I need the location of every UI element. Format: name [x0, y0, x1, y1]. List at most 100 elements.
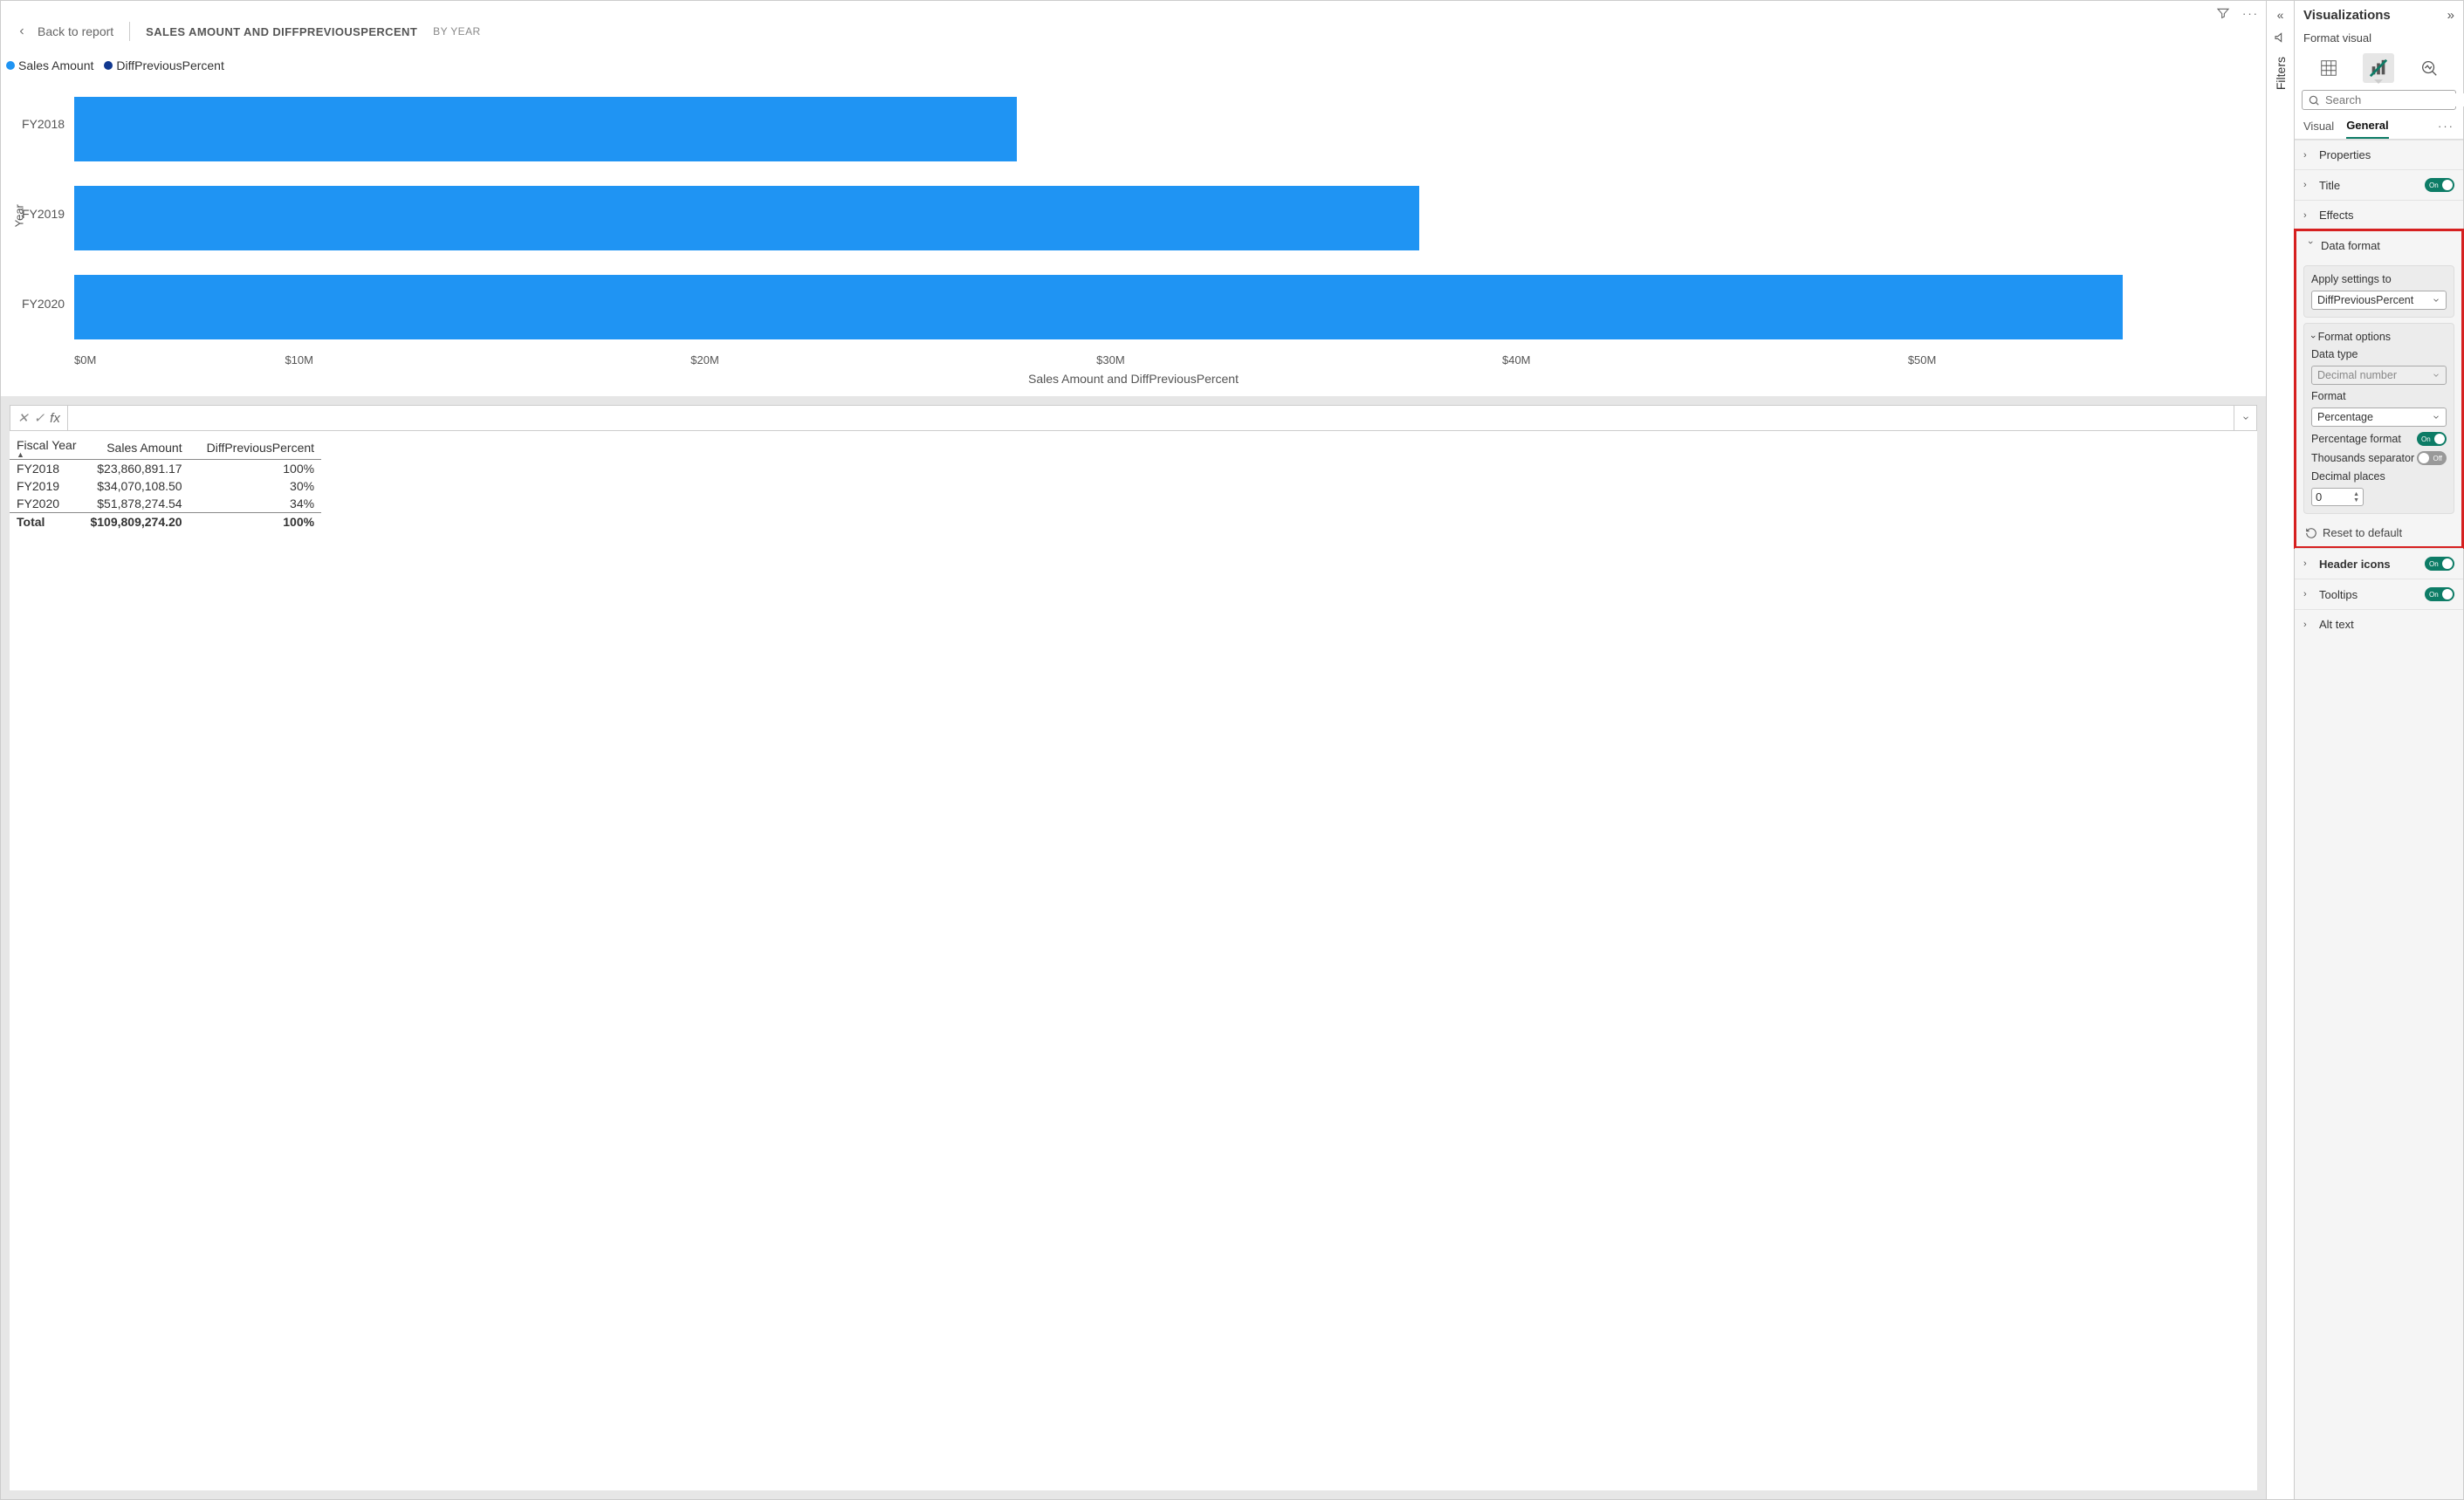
formula-bar: ✕ ✓ fx — [10, 405, 2257, 431]
bar-row[interactable] — [74, 186, 2247, 250]
col-header-diffpreviouspercent[interactable]: DiffPreviousPercent — [189, 436, 321, 460]
filters-rail[interactable]: « Filters — [2267, 0, 2295, 1500]
chevron-right-icon: › — [2303, 210, 2314, 221]
tab-visual[interactable]: Visual — [2303, 120, 2334, 138]
section-data-format[interactable]: › Data format — [2296, 231, 2461, 260]
format-options-panel: › Format options Data type Decimal numbe… — [2303, 323, 2454, 514]
decimal-places-input[interactable]: 0 ▲▼ — [2311, 488, 2364, 506]
chevron-down-icon: › — [2308, 335, 2318, 339]
section-effects[interactable]: › Effects — [2295, 200, 2463, 229]
filter-icon[interactable] — [2216, 6, 2230, 20]
title-toggle[interactable]: On — [2425, 178, 2454, 192]
x-tick: $30M — [908, 353, 1314, 366]
decimal-places-label: Decimal places — [2311, 470, 2447, 483]
analytics-icon[interactable] — [2413, 53, 2445, 83]
tooltips-toggle[interactable]: On — [2425, 587, 2454, 601]
format-label: Format — [2311, 390, 2447, 402]
y-tick: FY2018 — [22, 117, 64, 131]
percentage-format-toggle[interactable]: On — [2417, 432, 2447, 446]
section-title[interactable]: › Title On — [2295, 169, 2463, 200]
format-options-header[interactable]: › Format options — [2311, 331, 2447, 343]
legend-item[interactable]: Sales Amount — [6, 58, 93, 72]
stepper-icon[interactable]: ▲▼ — [2353, 491, 2359, 503]
chart-legend: Sales Amount DiffPreviousPercent — [1, 50, 2266, 79]
chevron-right-icon: › — [2303, 558, 2314, 569]
section-properties[interactable]: › Properties — [2295, 140, 2463, 169]
legend-label: DiffPreviousPercent — [116, 58, 223, 72]
data-format-highlighted-block: › Data format Apply settings to DiffPrev… — [2294, 229, 2464, 549]
format-visual-label: Format visual — [2295, 30, 2463, 50]
more-options-icon[interactable]: ··· — [2242, 7, 2259, 20]
x-tick: $10M — [96, 353, 502, 366]
x-tick: $50M — [1719, 353, 2125, 366]
col-header-sales-amount[interactable]: Sales Amount — [83, 436, 189, 460]
bar-row[interactable] — [74, 97, 2247, 161]
reset-icon — [2305, 527, 2317, 539]
chart-area: Year FY2018 FY2019 FY2020 $0M $10M $20M … — [1, 79, 2266, 396]
section-tooltips[interactable]: › Tooltips On — [2295, 579, 2463, 609]
x-tick: $20M — [502, 353, 908, 366]
search-box[interactable] — [2302, 90, 2456, 110]
thousands-separator-toggle[interactable]: Off — [2417, 451, 2447, 465]
data-type-dropdown[interactable]: Decimal number — [2311, 366, 2447, 385]
formula-input[interactable] — [68, 406, 2234, 430]
apply-settings-dropdown[interactable]: DiffPreviousPercent — [2311, 291, 2447, 310]
chevron-right-icon: › — [2303, 620, 2314, 630]
visual-header: Back to report SALES AMOUNT AND DIFFPREV… — [1, 1, 2266, 50]
y-tick: FY2020 — [22, 297, 64, 311]
sort-asc-icon: ▲ — [17, 452, 76, 457]
search-icon — [2308, 94, 2320, 106]
report-canvas: ··· Back to report SALES AMOUNT AND DIFF… — [0, 0, 2267, 1500]
chevron-right-icon: › — [2303, 589, 2314, 599]
y-axis-labels: FY2018 FY2019 FY2020 — [22, 79, 74, 348]
y-axis-title: Year — [13, 204, 26, 227]
table-row[interactable]: FY2020 $51,878,274.54 34% — [10, 495, 321, 513]
table-row[interactable]: FY2018 $23,860,891.17 100% — [10, 460, 321, 478]
header-icons-toggle[interactable]: On — [2425, 557, 2454, 571]
data-table: Fiscal Year ▲ Sales Amount DiffPreviousP… — [10, 436, 321, 531]
formula-dropdown-button[interactable] — [2234, 406, 2256, 430]
build-visual-icon[interactable] — [2313, 53, 2344, 83]
expand-pane-icon[interactable]: » — [2447, 8, 2454, 23]
chevron-right-icon: › — [2303, 150, 2314, 161]
format-tabs: Visual General ··· — [2295, 113, 2463, 140]
table-row[interactable]: FY2019 $34,070,108.50 30% — [10, 477, 321, 495]
data-table-area: ✕ ✓ fx Fiscal Year ▲ Sales Amount DiffPr… — [1, 396, 2266, 1499]
x-tick: $40M — [1314, 353, 1719, 366]
visual-title: SALES AMOUNT AND DIFFPREVIOUSPERCENT — [146, 25, 417, 38]
announce-icon[interactable] — [2274, 31, 2288, 45]
bars-container — [74, 79, 2257, 348]
format-dropdown[interactable]: Percentage — [2311, 408, 2447, 427]
legend-label: Sales Amount — [18, 58, 93, 72]
search-input[interactable] — [2325, 93, 2464, 106]
visual-subtitle: BY YEAR — [433, 25, 480, 38]
x-tick: $0M — [74, 353, 96, 366]
section-alt-text[interactable]: › Alt text — [2295, 609, 2463, 639]
commit-formula-icon[interactable]: ✓ — [34, 410, 45, 426]
tab-general[interactable]: General — [2346, 119, 2388, 139]
filters-rail-label: Filters — [2274, 57, 2288, 90]
expand-filters-icon[interactable]: « — [2277, 8, 2284, 22]
percentage-format-label: Percentage format — [2311, 433, 2401, 445]
reset-to-default-button[interactable]: Reset to default — [2296, 519, 2461, 546]
section-header-icons[interactable]: › Header icons On — [2295, 548, 2463, 579]
back-to-report-button[interactable]: Back to report — [17, 24, 113, 38]
y-tick: FY2019 — [22, 207, 64, 221]
thousands-separator-label: Thousands separator — [2311, 452, 2414, 464]
apply-settings-label: Apply settings to — [2311, 273, 2447, 285]
visualizations-title: Visualizations — [2303, 8, 2391, 23]
tabs-more-icon[interactable]: ··· — [2438, 120, 2454, 138]
legend-dot-icon — [104, 61, 113, 70]
bar-row[interactable] — [74, 275, 2247, 339]
visualizations-pane: Visualizations » Format visual — [2295, 0, 2464, 1500]
cancel-formula-icon[interactable]: ✕ — [17, 410, 29, 426]
format-visual-icon[interactable] — [2363, 53, 2394, 83]
fx-icon[interactable]: fx — [50, 411, 60, 426]
x-axis: $0M $10M $20M $30M $40M $50M — [10, 353, 2257, 366]
col-header-fiscal-year[interactable]: Fiscal Year ▲ — [10, 436, 83, 460]
table-total-row[interactable]: Total $109,809,274.20 100% — [10, 513, 321, 531]
apply-settings-panel: Apply settings to DiffPreviousPercent — [2303, 265, 2454, 318]
legend-item[interactable]: DiffPreviousPercent — [104, 58, 223, 72]
chevron-left-icon — [17, 25, 27, 38]
chevron-right-icon: › — [2303, 180, 2314, 190]
